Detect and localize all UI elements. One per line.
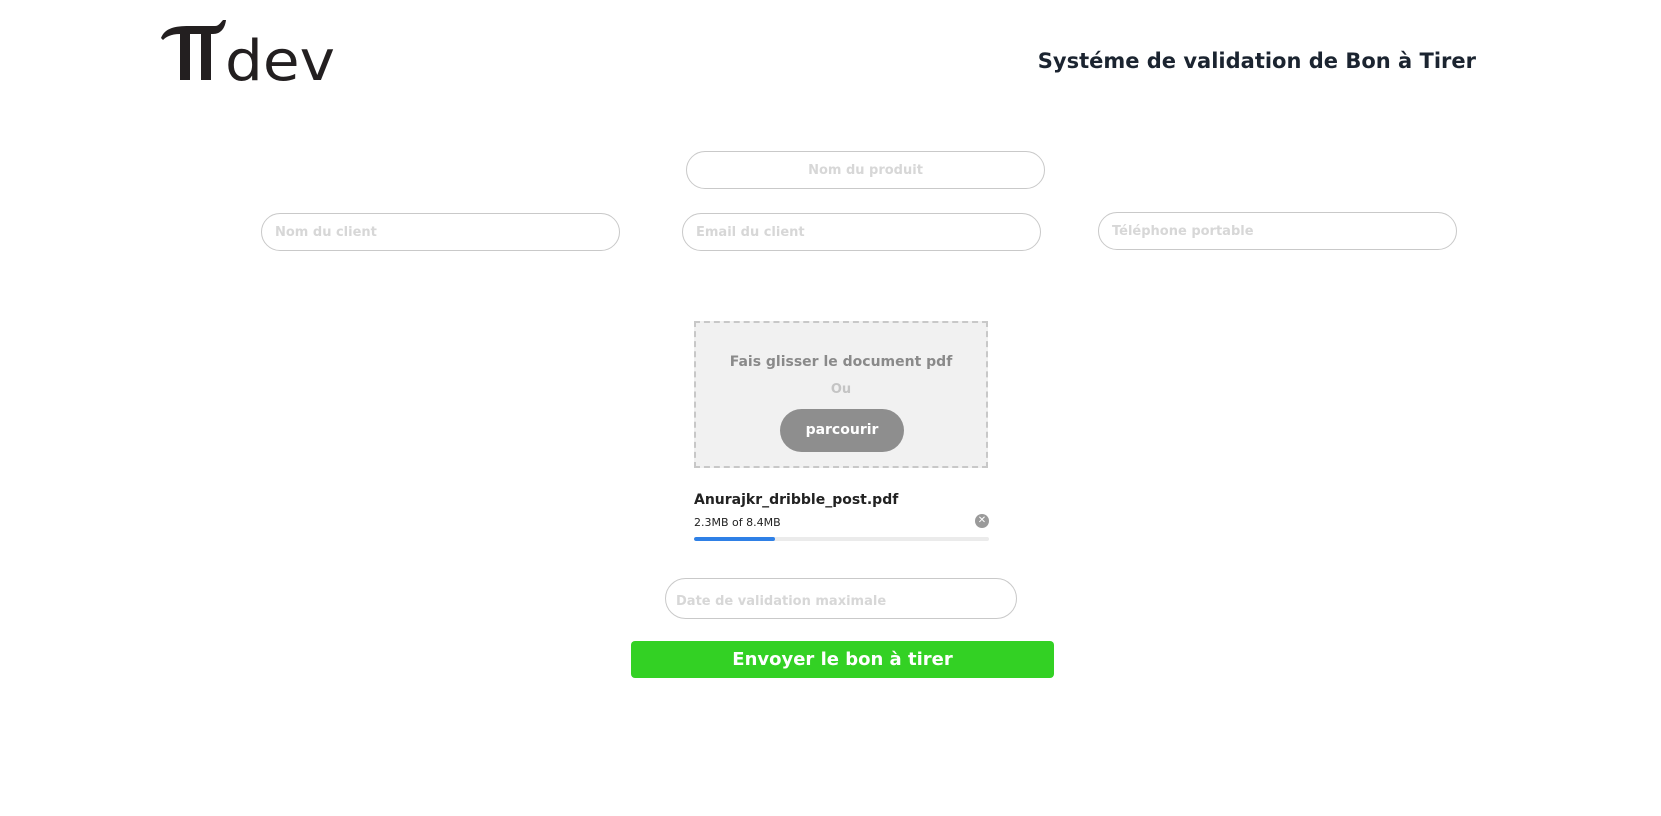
client-name-input[interactable]	[261, 213, 620, 251]
client-email-input[interactable]	[682, 213, 1041, 251]
product-name-input[interactable]	[686, 151, 1045, 189]
uploaded-file-size: 2.3MB of 8.4MB	[694, 516, 781, 529]
dropzone-instructions: Fais glisser le document pdf	[729, 354, 953, 370]
pi-logo-icon: dev	[161, 20, 335, 84]
browse-button[interactable]: parcourir	[780, 409, 904, 452]
mobile-phone-input[interactable]	[1098, 212, 1457, 250]
brand-logo: dev	[159, 18, 337, 84]
pdf-dropzone[interactable]: Fais glisser le document pdf Ou parcouri…	[694, 321, 988, 468]
validation-date-field[interactable]	[665, 578, 1017, 619]
logo-text: dev	[225, 29, 335, 84]
uploaded-file-name: Anurajkr_dribble_post.pdf	[694, 492, 899, 508]
upload-progress-bar	[694, 537, 989, 541]
dropzone-or-separator: Ou	[830, 382, 852, 397]
close-circle-icon[interactable]: ✕	[975, 514, 989, 528]
upload-progress-fill	[694, 537, 775, 541]
page-title: Systéme de validation de Bon à Tirer	[1037, 49, 1476, 73]
submit-button[interactable]: Envoyer le bon à tirer	[631, 641, 1054, 678]
validation-date-input[interactable]	[666, 582, 1016, 618]
